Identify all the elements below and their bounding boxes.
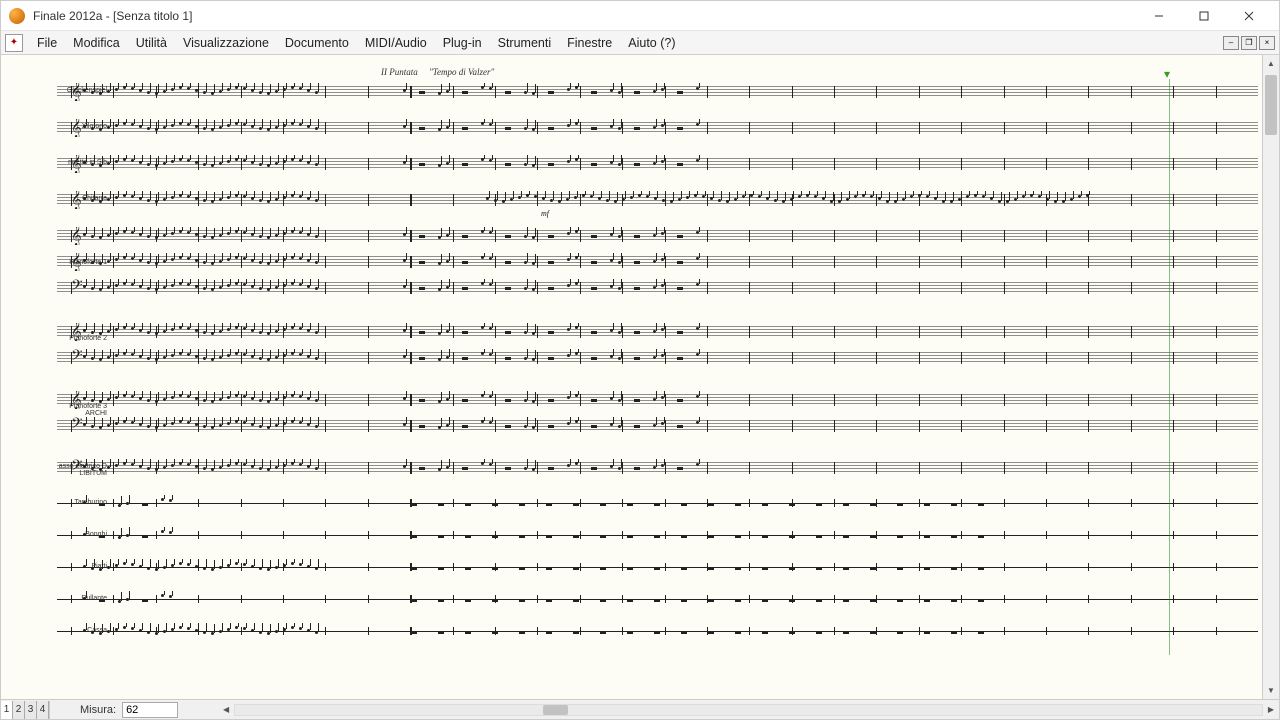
clef-icon: 𝄞 (71, 83, 83, 101)
scroll-up-icon[interactable]: ▲ (1263, 55, 1279, 72)
header-left: II Puntata (381, 67, 418, 77)
scroll-right-icon[interactable]: ▶ (1263, 702, 1279, 718)
score-viewport: II Puntata "Tempo di Valzer" Glockenspie… (1, 55, 1279, 699)
clef-icon: 𝄞 (71, 119, 83, 137)
page-tab-4[interactable]: 4 (37, 701, 49, 719)
staff-group: rinetto in Sib𝄞 (1, 155, 1262, 173)
menu-item-modifica[interactable]: Modifica (65, 34, 128, 52)
staff[interactable]: Xilofono𝄞 (57, 119, 1258, 137)
title-bar: Finale 2012a - [Senza titolo 1] (1, 1, 1279, 31)
clef-icon: 𝄞 (71, 227, 83, 245)
staff[interactable]: Tamburino (57, 495, 1258, 513)
page-tab-2[interactable]: 2 (13, 701, 25, 719)
horizontal-scroll-track[interactable] (234, 704, 1263, 716)
menu-item-file[interactable]: File (29, 34, 65, 52)
minimize-button[interactable] (1136, 2, 1181, 30)
staff[interactable]: Pianoforte 3 ARCHI𝄞 (57, 391, 1258, 409)
scroll-down-icon[interactable]: ▼ (1263, 682, 1279, 699)
staff[interactable]: Chitarra𝄞 (57, 191, 1258, 209)
score-header: II Puntata "Tempo di Valzer" (381, 67, 494, 77)
clef-icon: 𝄞 (71, 323, 83, 341)
clef-icon: 𝄞 (71, 155, 83, 173)
staff-group: Tamburino (1, 495, 1262, 513)
menu-item-plugin[interactable]: Plug-in (435, 34, 490, 52)
horizontal-scrollbar[interactable]: ◀ ▶ (218, 702, 1279, 718)
staff[interactable]: Pianoforte 1𝄞 (57, 253, 1258, 271)
staff[interactable]: rinetto in Sib𝄞 (57, 155, 1258, 173)
staff-group: Xilofono𝄞 (1, 119, 1262, 137)
staff[interactable]: Glockenspiel𝄞 (57, 83, 1258, 101)
window-controls (1136, 2, 1271, 30)
mdi-controls: – ❐ × (1223, 36, 1275, 50)
scroll-left-icon[interactable]: ◀ (218, 702, 234, 718)
clef-icon: 𝄢 (71, 349, 83, 367)
vertical-scroll-thumb[interactable] (1265, 75, 1277, 135)
staff[interactable]: 𝄢 (57, 417, 1258, 435)
staff[interactable]: Bonghi (57, 527, 1258, 545)
staff-group: Bonghi (1, 527, 1262, 545)
staff[interactable]: asso elettrico D LIBITUM𝄢 (57, 459, 1258, 477)
staff[interactable]: 𝄢 (57, 279, 1258, 297)
staff[interactable]: Rullante (57, 591, 1258, 609)
clef-icon: 𝄞 (71, 191, 83, 209)
page-tab-3[interactable]: 3 (25, 701, 37, 719)
menu-item-strumenti[interactable]: Strumenti (490, 34, 560, 52)
mdi-minimize-button[interactable]: – (1223, 36, 1239, 50)
staff-group: Pianoforte 2𝄞 𝄢 (1, 323, 1262, 367)
staff-group: Rullante (1, 591, 1262, 609)
selection-tool-icon[interactable]: ✦ (5, 34, 23, 52)
status-bar: 1234 Misura: ◀ ▶ (1, 699, 1279, 719)
clef-icon: 𝄢 (71, 417, 83, 435)
staff[interactable]: Cassa (57, 623, 1258, 641)
vertical-scrollbar[interactable]: ▲ ▼ (1262, 55, 1279, 699)
staff-group: Chitarra𝄞mf (1, 191, 1262, 209)
measure-input[interactable] (122, 702, 178, 718)
page-tabs: 1234 (1, 701, 50, 719)
staff-group: Glockenspiel𝄞 (1, 83, 1262, 101)
mdi-close-button[interactable]: × (1259, 36, 1275, 50)
menu-bar: ✦ FileModificaUtilitàVisualizzazioneDocu… (1, 31, 1279, 55)
staff[interactable]: Piatti (57, 559, 1258, 577)
page-tab-1[interactable]: 1 (1, 701, 13, 719)
playback-cursor[interactable] (1169, 79, 1170, 655)
staff-group: asso elettrico D LIBITUM𝄢 (1, 459, 1262, 477)
menu-item-utilit[interactable]: Utilità (128, 34, 175, 52)
app-icon (9, 8, 25, 24)
maximize-button[interactable] (1181, 2, 1226, 30)
staff-group: Pianoforte 3 ARCHI𝄞 𝄢 (1, 391, 1262, 435)
staff[interactable]: Pianoforte 2𝄞 (57, 323, 1258, 341)
menu-item-finestre[interactable]: Finestre (559, 34, 620, 52)
score-canvas[interactable]: II Puntata "Tempo di Valzer" Glockenspie… (1, 55, 1262, 699)
clef-icon: 𝄞 (71, 253, 83, 271)
staff-group: Cassa (1, 623, 1262, 641)
clef-icon: 𝄢 (71, 459, 83, 477)
dynamic-marking: mf (541, 209, 549, 218)
staff-group: Piatti (1, 559, 1262, 577)
staff-group: 𝄞Pianoforte 1𝄞𝄢 (1, 227, 1262, 297)
close-button[interactable] (1226, 2, 1271, 30)
menu-item-midiaudio[interactable]: MIDI/Audio (357, 34, 435, 52)
header-right: "Tempo di Valzer" (429, 67, 494, 77)
staff[interactable]: 𝄢 (57, 349, 1258, 367)
horizontal-scroll-thumb[interactable] (543, 705, 568, 715)
measure-label: Misura: (80, 704, 116, 716)
staff[interactable]: 𝄞 (57, 227, 1258, 245)
clef-icon: 𝄞 (71, 391, 83, 409)
clef-icon: 𝄢 (71, 279, 83, 297)
mdi-restore-button[interactable]: ❐ (1241, 36, 1257, 50)
menu-item-aiuto[interactable]: Aiuto (?) (620, 34, 683, 52)
menu-item-visualizzazione[interactable]: Visualizzazione (175, 34, 277, 52)
window-title: Finale 2012a - [Senza titolo 1] (33, 9, 192, 23)
menu-item-documento[interactable]: Documento (277, 34, 357, 52)
